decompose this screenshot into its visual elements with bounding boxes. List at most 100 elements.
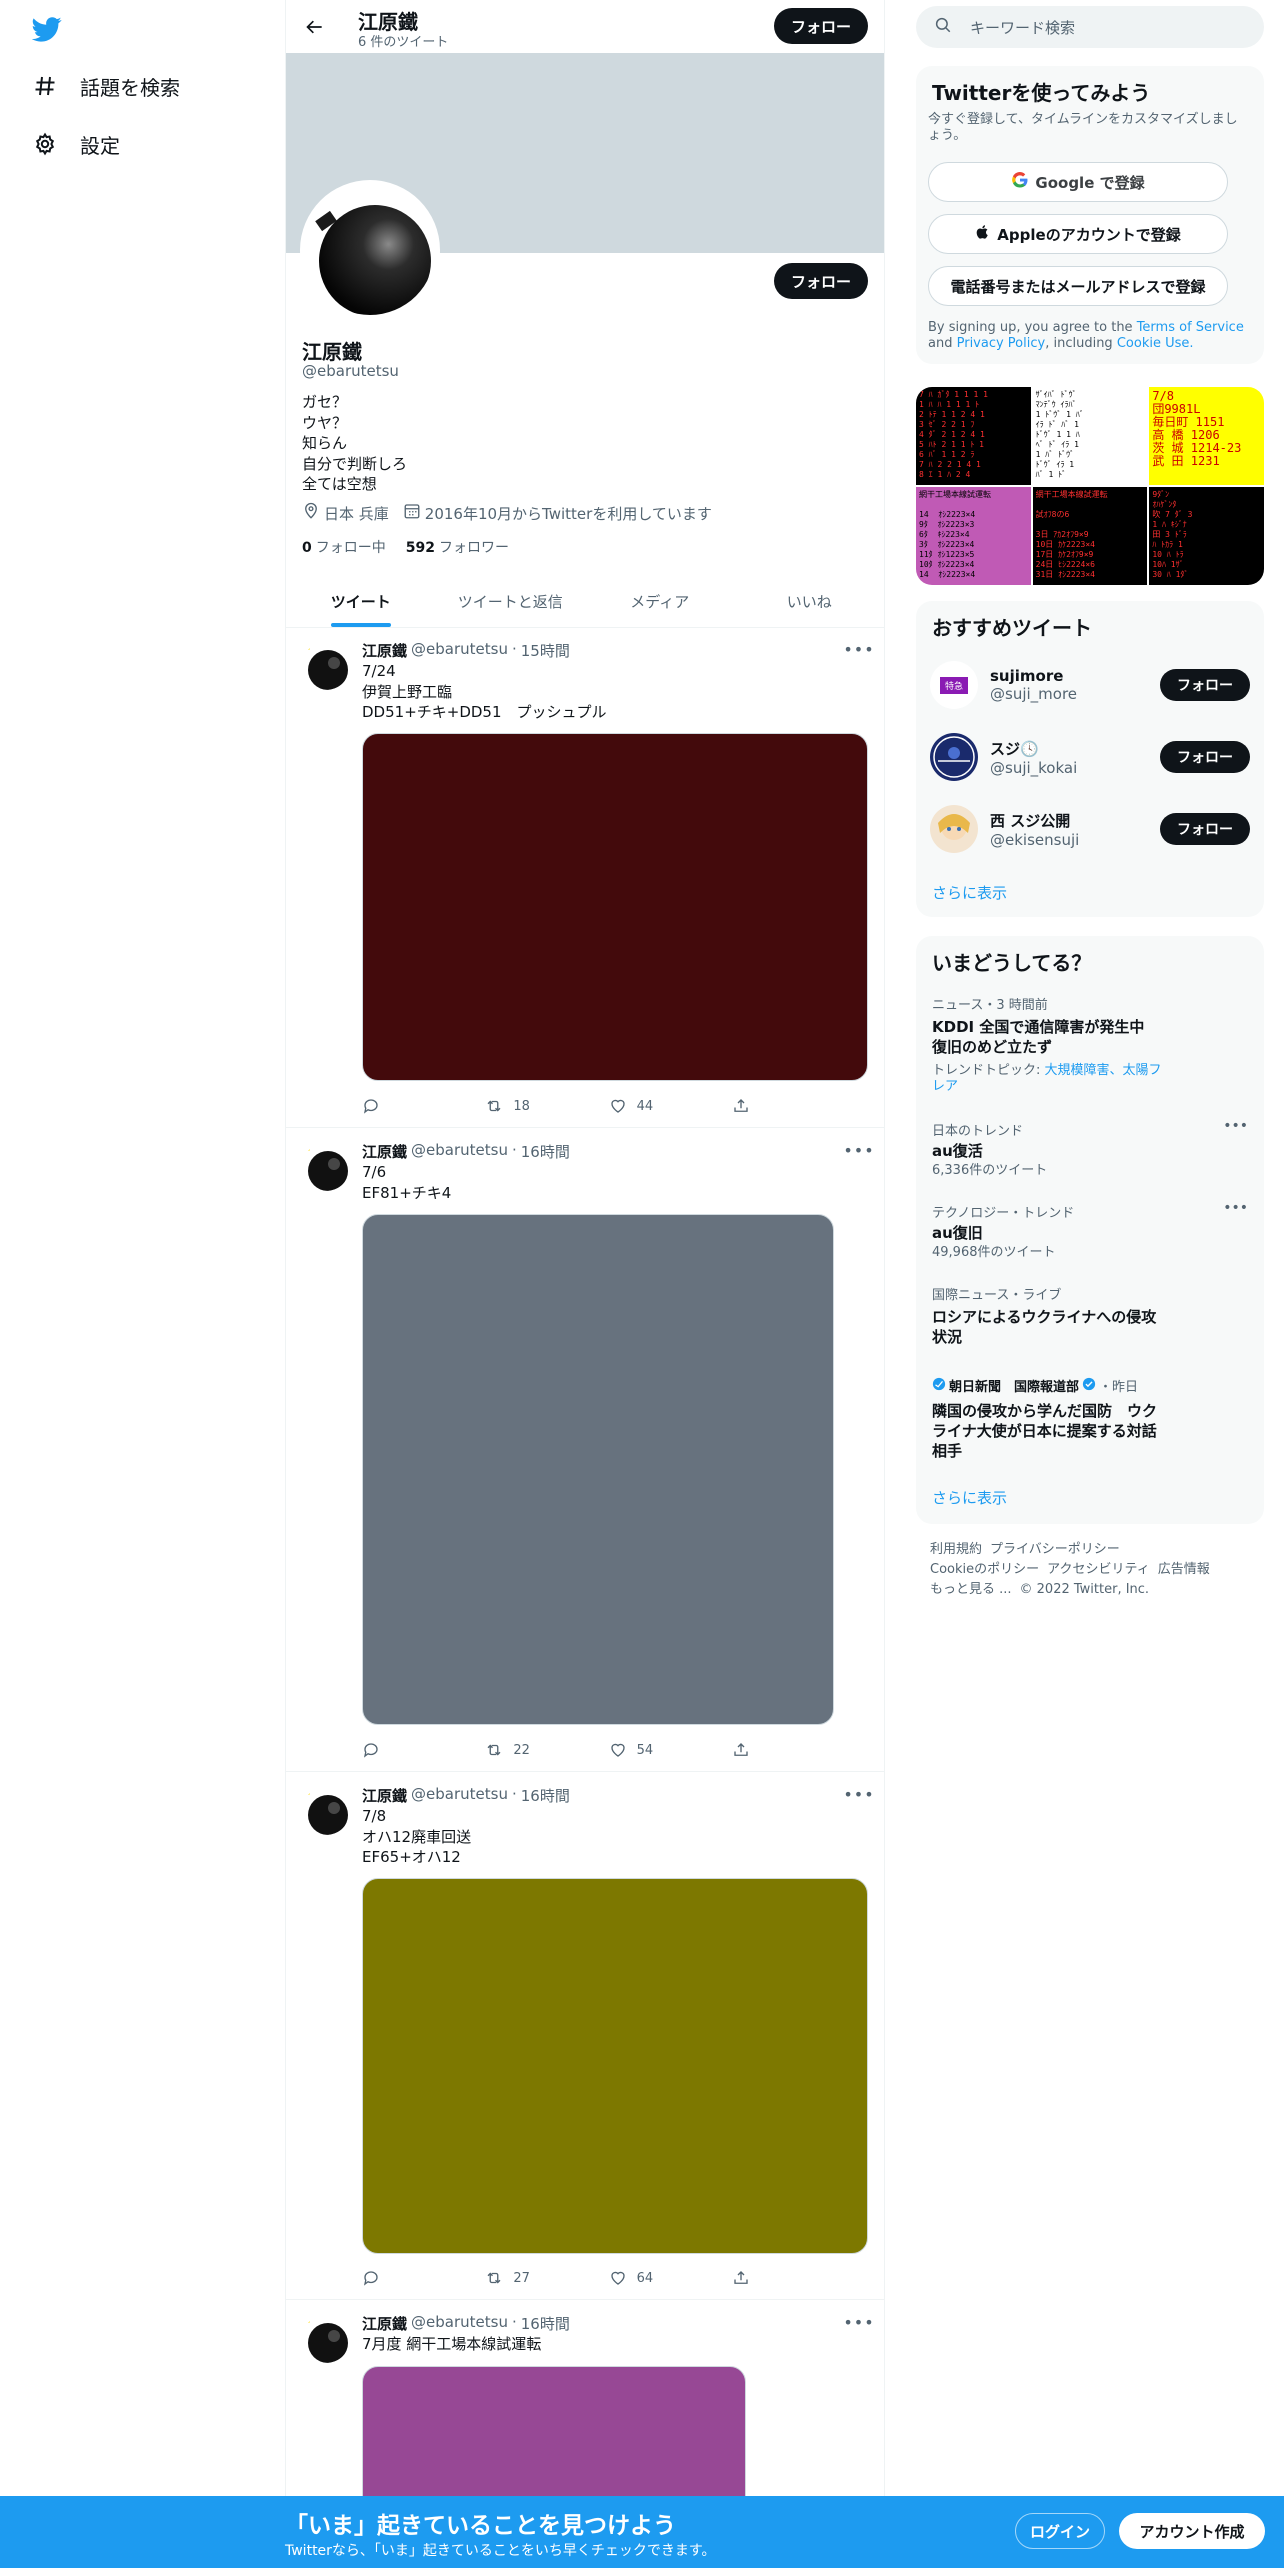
profile-avatar[interactable] xyxy=(300,180,440,320)
recommend-follow-button[interactable]: フォロー xyxy=(1160,741,1250,773)
tweet-time[interactable]: 16時間 xyxy=(521,1141,570,1162)
trend-item[interactable]: 朝日新聞 国際報道部 ・昨日 隣国の侵攻から学んだ国防 ウクライナ大使が日本に提… xyxy=(932,1376,1248,1461)
tweet-time[interactable]: 16時間 xyxy=(521,2313,570,2334)
tweet-time[interactable]: 15時間 xyxy=(521,640,570,661)
phone-email-signup-button[interactable]: 電話番号またはメールアドレスで登録 xyxy=(928,266,1228,306)
apple-signup-label: Appleのアカウントで登録 xyxy=(997,225,1181,244)
more-options-icon[interactable]: ••• xyxy=(843,1139,873,1161)
tab-likes[interactable]: いいね xyxy=(735,575,885,627)
trend-title: ロシアによるウクライナへの侵攻状況 xyxy=(932,1308,1157,1346)
nav-settings[interactable]: 設定 xyxy=(32,124,120,164)
profile-meta: 日本 兵庫 2016年10月からTwitterを利用しています xyxy=(302,502,712,524)
tweet-avatar[interactable] xyxy=(302,1787,350,1835)
terms-link[interactable]: Terms of Service xyxy=(1137,320,1244,335)
trend-item[interactable]: 国際ニュース・ライブ ロシアによるウクライナへの侵攻状況 xyxy=(932,1284,1248,1347)
google-signup-button[interactable]: Google で登録 xyxy=(928,162,1228,202)
retweet-icon xyxy=(487,1100,501,1112)
tweet-author-name[interactable]: 江原鐵 xyxy=(362,640,407,661)
footer-link[interactable]: 利用規約 xyxy=(930,1542,982,1557)
trend-item[interactable]: 日本のトレンド au復活 6,336件のツイート xyxy=(932,1120,1248,1179)
tweet-dot: · xyxy=(511,2313,517,2331)
retweet-button[interactable]: 22 xyxy=(485,1738,545,1762)
bottom-bar-title: 「いま」起きていることを見つけよう xyxy=(285,2513,676,2539)
media-thumb[interactable]: 網干工場本線試運転 14 ｵｼ2223×4 9ﾀ ｵｼ2223×3 6ﾀ ｷｼ2… xyxy=(916,487,1031,585)
back-arrow-icon[interactable] xyxy=(300,12,330,42)
share-button[interactable] xyxy=(732,1094,792,1118)
recommend-user[interactable]: 西 スジ公開 @ekisensuji フォロー xyxy=(930,801,1250,857)
retweet-button[interactable]: 18 xyxy=(485,1094,545,1118)
like-button[interactable]: 54 xyxy=(609,1738,669,1762)
tab-media[interactable]: メディア xyxy=(585,575,735,627)
tweet[interactable]: 江原鐵 @ebarutetsu · 16時間 ••• 7/6 EF81+チキ4 … xyxy=(286,1129,884,1772)
trend-sub-prefix: トレンドトピック: xyxy=(932,1063,1045,1078)
search-input[interactable]: キーワード検索 xyxy=(970,17,1075,38)
more-options-icon[interactable]: ••• xyxy=(1223,1118,1248,1134)
reply-button[interactable] xyxy=(362,2266,422,2290)
tweet-media[interactable] xyxy=(362,733,868,1081)
recommend-user[interactable]: 特急 sujimore @suji_more フォロー xyxy=(930,657,1250,713)
recommend-follow-button[interactable]: フォロー xyxy=(1160,813,1250,845)
tweet-author-name[interactable]: 江原鐵 xyxy=(362,1141,407,1162)
header-follow-button[interactable]: フォロー xyxy=(774,8,868,44)
more-options-icon[interactable]: ••• xyxy=(843,2311,873,2333)
trends-show-more[interactable]: さらに表示 xyxy=(932,1487,1007,1508)
media-thumb[interactable]: 7/8 団9981L 毎日町 1151 高 橋 1206 茨 城 1214-23… xyxy=(1149,387,1264,485)
retweet-button[interactable]: 27 xyxy=(485,2266,545,2290)
nav-explore[interactable]: 話題を検索 xyxy=(32,66,180,106)
tab-tweets[interactable]: ツイート xyxy=(286,575,436,627)
tweet-author-name[interactable]: 江原鐵 xyxy=(362,2313,407,2334)
tweet-media[interactable] xyxy=(362,1878,868,2254)
tweet-avatar[interactable] xyxy=(302,642,350,690)
media-thumb[interactable]: 7 ﾊ ｶﾞﾀ 1 1 1 1 1 ﾊ ﾊ 1 1 1 ﾄ 2 ﾄﾃ 1 1 2… xyxy=(916,387,1031,485)
search-box[interactable]: キーワード検索 xyxy=(916,6,1264,48)
login-button[interactable]: ログイン xyxy=(1015,2513,1105,2549)
share-button[interactable] xyxy=(732,2266,792,2290)
like-button[interactable]: 44 xyxy=(609,1094,669,1118)
avatar xyxy=(930,805,978,853)
reply-button[interactable] xyxy=(362,1094,422,1118)
like-button[interactable]: 64 xyxy=(609,2266,669,2290)
cookie-link[interactable]: Cookie Use. xyxy=(1117,336,1194,351)
calendar-icon xyxy=(403,502,421,524)
media-thumb[interactable]: ｻﾞｲﾊﾞ ﾄﾞｳﾞ ﾏﾝﾃﾞｳ ｲﾗﾊﾞ 1 ﾄﾞｳﾞ 1 ﾊﾞ ｲﾗ ﾄﾞ … xyxy=(1032,387,1148,485)
followers-link[interactable]: 592 フォロワー xyxy=(406,537,509,557)
profile-column: 江原鐵 6 件のツイート フォロー フォロー 江原鐵 @ebarutetsu ガ… xyxy=(285,0,885,2568)
profile-follow-button[interactable]: フォロー xyxy=(774,263,868,299)
footer-link[interactable]: Cookieのポリシー xyxy=(930,1562,1039,1577)
tweet-time[interactable]: 16時間 xyxy=(521,1785,570,1806)
privacy-link[interactable]: Privacy Policy xyxy=(957,336,1046,351)
apple-signup-button[interactable]: Appleのアカウントで登録 xyxy=(928,214,1228,254)
tweet[interactable]: 江原鐵 @ebarutetsu · 15時間 ••• 7/24 伊賀上野工臨 D… xyxy=(286,628,884,1128)
tweet-avatar[interactable] xyxy=(302,1143,350,1191)
trend-item[interactable]: テクノロジー・トレンド au復旧 49,968件のツイート xyxy=(932,1202,1248,1261)
recommend-user-name: 西 スジ公開 xyxy=(990,811,1071,830)
recommend-follow-button[interactable]: フォロー xyxy=(1160,669,1250,701)
footer-link[interactable]: アクセシビリティ xyxy=(1047,1562,1150,1577)
heart-icon xyxy=(610,2271,625,2285)
share-icon xyxy=(734,2271,748,2284)
footer-link[interactable]: 広告情報 xyxy=(1158,1562,1210,1577)
media-thumb[interactable]: 9ﾀﾞﾝ ｵﾊｹﾞﾝﾀ 吹 7 ﾀﾞ 3 1 ﾊ ｷｼﾞﾅ 田 3 ﾄﾞﾗ ﾊ … xyxy=(1149,487,1264,585)
footer-link[interactable]: もっと見る ... xyxy=(930,1582,1012,1597)
profile-tabs: ツイート ツイートと返信 メディア いいね xyxy=(286,575,884,628)
following-count: 0 xyxy=(302,540,312,556)
tweet[interactable]: 江原鐵 @ebarutetsu · 16時間 ••• 7/8 オハ12廃車回送 … xyxy=(286,1773,884,2300)
share-button[interactable] xyxy=(732,1738,792,1762)
following-link[interactable]: 0 フォロー中 xyxy=(302,537,386,557)
tweet-avatar[interactable] xyxy=(302,2315,350,2363)
create-account-button[interactable]: アカウント作成 xyxy=(1119,2513,1265,2549)
recommend-user[interactable]: スジ🕓 @suji_kokai フォロー xyxy=(930,729,1250,785)
tweet-author-name[interactable]: 江原鐵 xyxy=(362,1785,407,1806)
more-options-icon[interactable]: ••• xyxy=(843,638,873,660)
more-options-icon[interactable]: ••• xyxy=(843,1783,873,1805)
tab-tweets-replies[interactable]: ツイートと返信 xyxy=(436,575,586,627)
tweet-actions: 22 54 xyxy=(362,1738,792,1762)
footer-link[interactable]: プライバシーポリシー xyxy=(990,1542,1120,1557)
twitter-logo-icon[interactable] xyxy=(31,14,62,44)
trend-item[interactable]: ニュース・3 時間前 KDDI 全国で通信障害が発生中 復旧のめど立たず トレン… xyxy=(932,994,1248,1095)
tweet-media[interactable] xyxy=(362,1214,834,1725)
media-thumb[interactable]: 網干工場本線試運転 試ｵﾌ8の6 3日 ｱｶ2ｵﾌ9×9 10日 ｶｹ2223×… xyxy=(1032,487,1148,585)
reply-button[interactable] xyxy=(362,1738,422,1762)
more-options-icon[interactable]: ••• xyxy=(1223,1200,1248,1216)
recommend-show-more[interactable]: さらに表示 xyxy=(932,882,1007,903)
